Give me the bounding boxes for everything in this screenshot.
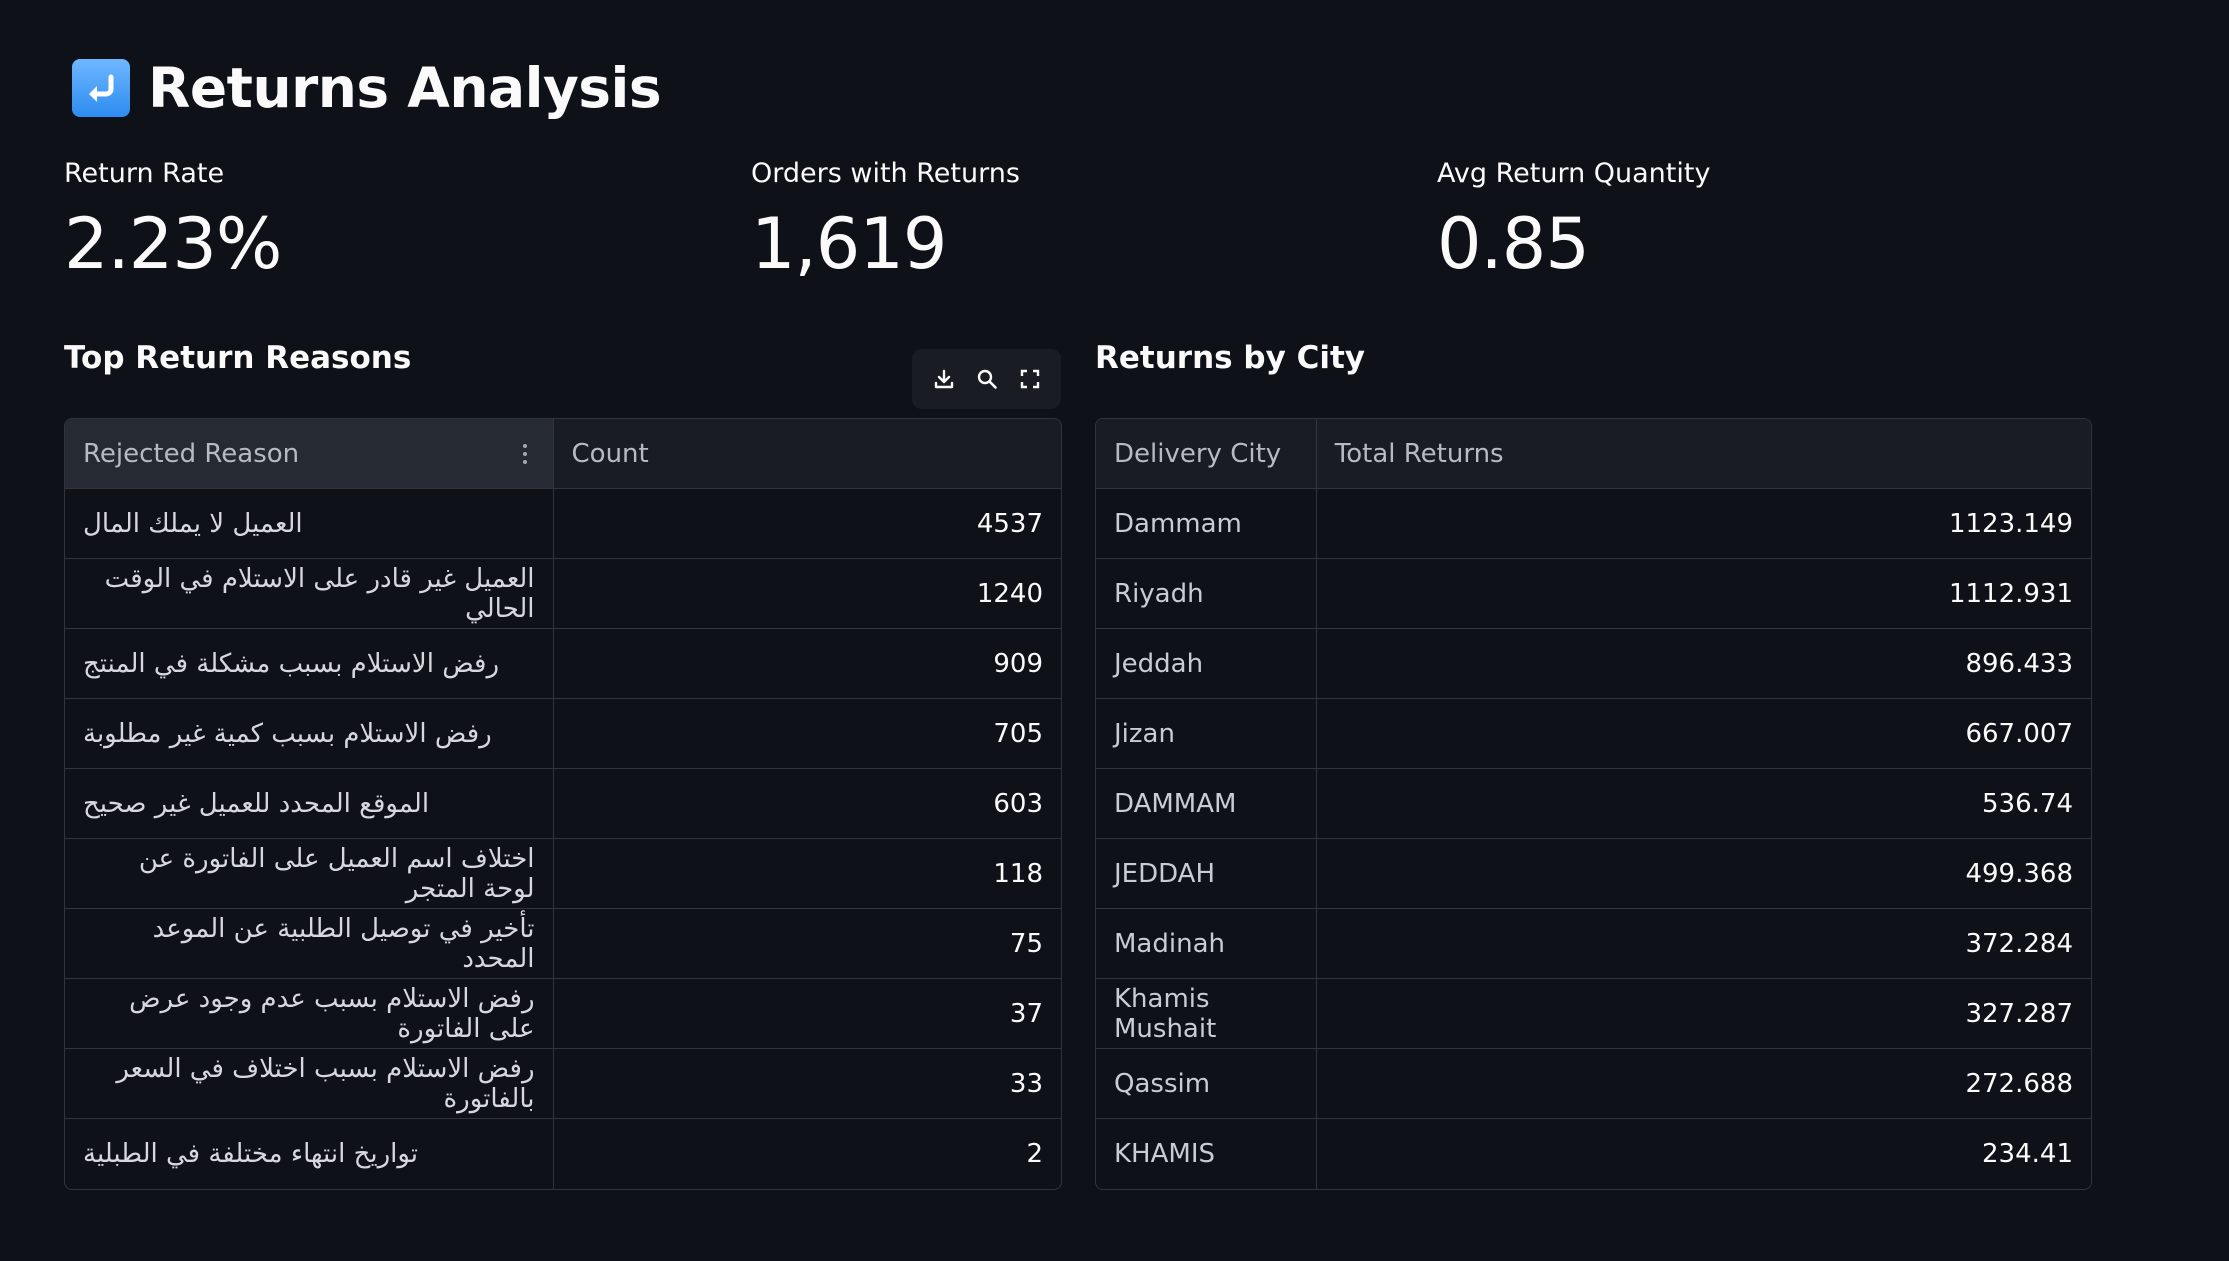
column-header-count[interactable]: Count — [554, 419, 1061, 488]
cell-total[interactable]: 1112.931 — [1317, 559, 2091, 628]
cell-city[interactable]: JEDDAH — [1096, 839, 1317, 908]
table-row[interactable]: تواريخ انتهاء مختلفة في الطبلية 2 — [65, 1119, 1061, 1189]
column-header-total-returns[interactable]: Total Returns — [1317, 419, 2091, 488]
metric-label: Avg Return Quantity — [1437, 158, 1711, 189]
table-row[interactable]: العميل غير قادر على الاستلام في الوقت ال… — [65, 559, 1061, 629]
cell-count[interactable]: 1240 — [554, 559, 1061, 628]
cell-count[interactable]: 118 — [554, 839, 1061, 908]
cell-total[interactable]: 499.368 — [1317, 839, 2091, 908]
cell-reason[interactable]: تواريخ انتهاء مختلفة في الطبلية — [65, 1119, 554, 1189]
cell-city[interactable]: Qassim — [1096, 1049, 1317, 1118]
cell-city[interactable]: Dammam — [1096, 489, 1317, 558]
cell-reason[interactable]: العميل لا يملك المال — [65, 489, 554, 558]
section-title-returns-by-city: Returns by City — [1095, 340, 1365, 376]
cell-total[interactable]: 667.007 — [1317, 699, 2091, 768]
table-row[interactable]: رفض الاستلام بسبب اختلاف في السعر بالفات… — [65, 1049, 1061, 1119]
download-icon[interactable] — [928, 363, 960, 395]
cell-total[interactable]: 327.287 — [1317, 979, 2091, 1048]
cell-reason[interactable]: الموقع المحدد للعميل غير صحيح — [65, 769, 554, 838]
metric-value: 1,619 — [751, 203, 947, 285]
cell-reason[interactable]: اختلاف اسم العميل على الفاتورة عن لوحة ا… — [65, 839, 554, 908]
cell-reason[interactable]: تأخير في توصيل الطلبية عن الموعد المحدد — [65, 909, 554, 978]
cell-total[interactable]: 234.41 — [1317, 1119, 2091, 1189]
table-row[interactable]: العميل لا يملك المال 4537 — [65, 489, 1061, 559]
section-title-top-return-reasons: Top Return Reasons — [64, 340, 412, 376]
return-reasons-table: Rejected Reason Count العميل لا يملك الم… — [64, 418, 1062, 1190]
metric-value: 0.85 — [1437, 203, 1590, 285]
table-header-row: Rejected Reason Count — [65, 419, 1061, 489]
cell-city[interactable]: Jeddah — [1096, 629, 1317, 698]
cell-reason[interactable]: رفض الاستلام بسبب عدم وجود عرض على الفات… — [65, 979, 554, 1048]
table-row[interactable]: Riyadh 1112.931 — [1096, 559, 2091, 629]
cell-count[interactable]: 909 — [554, 629, 1061, 698]
table-header-row: Delivery City Total Returns — [1096, 419, 2091, 489]
page-title: Returns Analysis — [148, 56, 662, 120]
column-header-delivery-city[interactable]: Delivery City — [1096, 419, 1317, 488]
cell-city[interactable]: DAMMAM — [1096, 769, 1317, 838]
cell-count[interactable]: 37 — [554, 979, 1061, 1048]
table-toolbar — [912, 349, 1061, 409]
table-row[interactable]: DAMMAM 536.74 — [1096, 769, 2091, 839]
table-row[interactable]: رفض الاستلام بسبب مشكلة في المنتج 909 — [65, 629, 1061, 699]
column-header-rejected-reason[interactable]: Rejected Reason — [65, 419, 554, 488]
returns-by-city-table: Delivery City Total Returns Dammam 1123.1… — [1095, 418, 2092, 1190]
table-row[interactable]: JEDDAH 499.368 — [1096, 839, 2091, 909]
cell-count[interactable]: 33 — [554, 1049, 1061, 1118]
cell-city[interactable]: Jizan — [1096, 699, 1317, 768]
cell-reason[interactable]: رفض الاستلام بسبب اختلاف في السعر بالفات… — [65, 1049, 554, 1118]
table-row[interactable]: Madinah 372.284 — [1096, 909, 2091, 979]
metric-label: Orders with Returns — [751, 158, 1020, 189]
cell-count[interactable]: 2 — [554, 1119, 1061, 1189]
table-row[interactable]: تأخير في توصيل الطلبية عن الموعد المحدد 7… — [65, 909, 1061, 979]
cell-reason[interactable]: رفض الاستلام بسبب مشكلة في المنتج — [65, 629, 554, 698]
cell-count[interactable]: 705 — [554, 699, 1061, 768]
cell-total[interactable]: 1123.149 — [1317, 489, 2091, 558]
cell-total[interactable]: 536.74 — [1317, 769, 2091, 838]
search-icon[interactable] — [971, 363, 1003, 395]
page-header: Returns Analysis — [72, 56, 662, 120]
metric-avg-return-quantity: Avg Return Quantity 0.85 — [1437, 158, 1710, 285]
table-row[interactable]: اختلاف اسم العميل على الفاتورة عن لوحة ا… — [65, 839, 1061, 909]
cell-city[interactable]: Khamis Mushait — [1096, 979, 1317, 1048]
column-header-label: Rejected Reason — [83, 438, 300, 469]
fullscreen-icon[interactable] — [1014, 363, 1046, 395]
table-row[interactable]: الموقع المحدد للعميل غير صحيح 603 — [65, 769, 1061, 839]
table-row[interactable]: Dammam 1123.149 — [1096, 489, 2091, 559]
table-row[interactable]: رفض الاستلام بسبب عدم وجود عرض على الفات… — [65, 979, 1061, 1049]
metric-orders-with-returns: Orders with Returns 1,619 — [751, 158, 1020, 285]
return-arrow-icon — [72, 59, 130, 117]
table-row[interactable]: Qassim 272.688 — [1096, 1049, 2091, 1119]
cell-total[interactable]: 372.284 — [1317, 909, 2091, 978]
table-row[interactable]: KHAMIS 234.41 — [1096, 1119, 2091, 1189]
table-row[interactable]: Khamis Mushait 327.287 — [1096, 979, 2091, 1049]
column-menu-icon[interactable] — [515, 443, 535, 464]
cell-reason[interactable]: العميل غير قادر على الاستلام في الوقت ال… — [65, 559, 554, 628]
table-row[interactable]: Jeddah 896.433 — [1096, 629, 2091, 699]
table-row[interactable]: Jizan 667.007 — [1096, 699, 2091, 769]
metric-return-rate: Return Rate 2.23% — [64, 158, 282, 285]
cell-city[interactable]: Riyadh — [1096, 559, 1317, 628]
metric-label: Return Rate — [64, 158, 225, 189]
cell-total[interactable]: 272.688 — [1317, 1049, 2091, 1118]
cell-city[interactable]: Madinah — [1096, 909, 1317, 978]
cell-count[interactable]: 603 — [554, 769, 1061, 838]
cell-count[interactable]: 75 — [554, 909, 1061, 978]
cell-city[interactable]: KHAMIS — [1096, 1119, 1317, 1189]
cell-total[interactable]: 896.433 — [1317, 629, 2091, 698]
cell-count[interactable]: 4537 — [554, 489, 1061, 558]
cell-reason[interactable]: رفض الاستلام بسبب كمية غير مطلوبة — [65, 699, 554, 768]
returns-analysis-page: Returns Analysis Return Rate 2.23% Order… — [0, 0, 2229, 1261]
table-row[interactable]: رفض الاستلام بسبب كمية غير مطلوبة 705 — [65, 699, 1061, 769]
metric-value: 2.23% — [64, 203, 282, 285]
